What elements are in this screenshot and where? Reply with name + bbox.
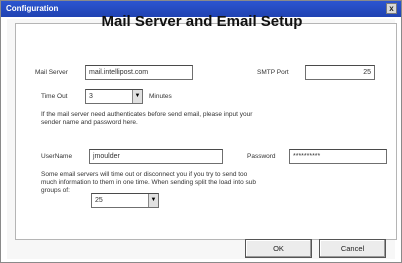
dialog-client-area [7, 19, 397, 259]
ok-button[interactable]: OK [245, 239, 312, 258]
window-title: Configuration [6, 4, 59, 13]
chevron-down-icon[interactable]: ▼ [132, 90, 142, 103]
smtp-port-label: SMTP Port [257, 69, 289, 76]
page-title: Mail Server and Email Setup [101, 13, 303, 30]
auth-note-line: sender name and password here. [41, 119, 138, 126]
smtp-port-input[interactable]: 25 [305, 65, 375, 80]
username-label: UserName [41, 153, 73, 160]
username-input[interactable]: jmoulder [89, 149, 223, 164]
chevron-down-icon[interactable]: ▼ [148, 194, 158, 207]
mail-server-label: Mail Server [35, 69, 68, 76]
configuration-window: Configuration x Mail Server and Email Se… [0, 0, 402, 263]
time-out-value: 3 [89, 93, 93, 100]
groups-of-value: 25 [95, 197, 103, 204]
time-out-label: Time Out [41, 93, 68, 100]
mail-server-input[interactable]: mail.intellipost.com [85, 65, 193, 80]
split-note-line: Some email servers will time out or disc… [41, 171, 248, 178]
cancel-button[interactable]: Cancel [319, 239, 386, 258]
time-out-unit: Minutes [149, 93, 172, 100]
password-input[interactable]: ********** [289, 149, 387, 164]
auth-note: If the mail server need authenticates be… [41, 111, 252, 127]
split-note-line: much information to them in one time. Wh… [41, 179, 256, 186]
close-icon: x [389, 4, 394, 13]
settings-group-box [15, 23, 397, 240]
time-out-select[interactable]: 3 ▼ [85, 89, 143, 104]
password-label: Password [247, 153, 276, 160]
auth-note-line: If the mail server need authenticates be… [41, 111, 253, 118]
split-note: Some email servers will time out or disc… [41, 171, 256, 195]
groups-of-select[interactable]: 25 ▼ [91, 193, 159, 208]
